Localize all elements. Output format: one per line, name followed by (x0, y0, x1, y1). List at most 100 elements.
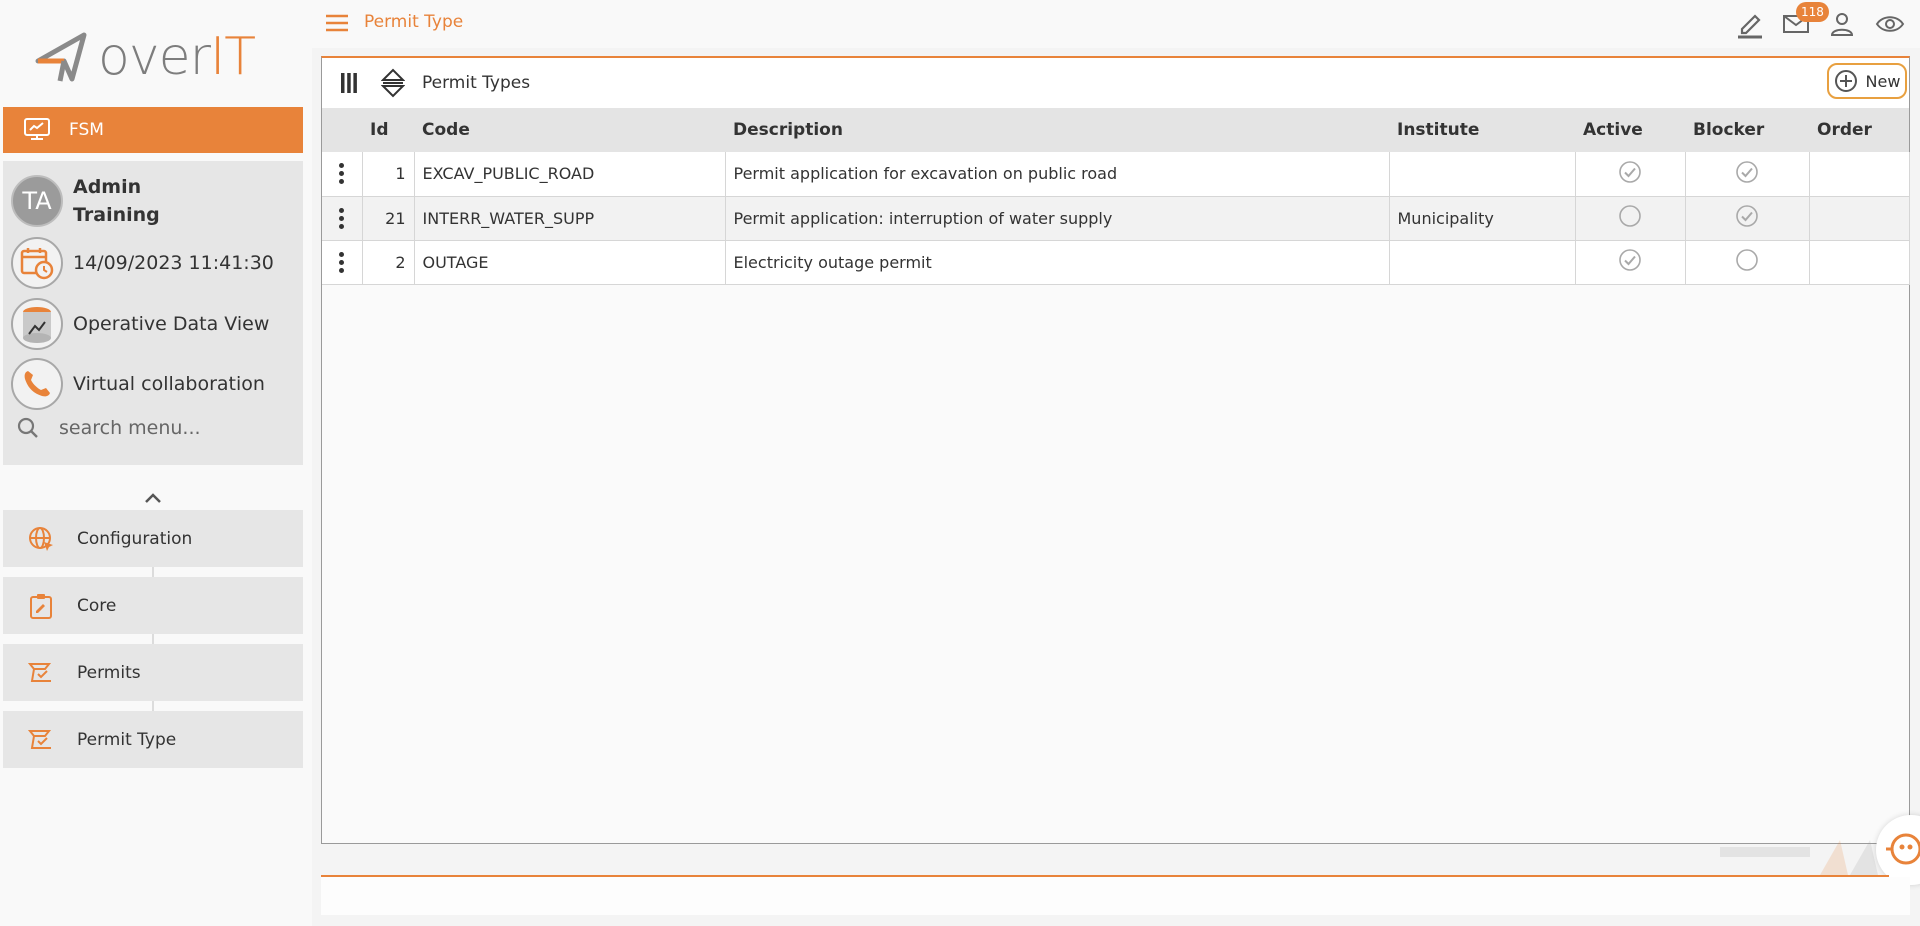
row-menu-cell (322, 196, 363, 241)
calendar-clock-icon (11, 237, 63, 289)
user-panel: TA Admin Training 14/09/2023 11:41:30 Op… (3, 161, 303, 465)
bottom-status-bar (321, 877, 1910, 915)
permit-icon (27, 729, 52, 749)
column-header-id[interactable]: Id (362, 108, 414, 152)
column-header-order[interactable]: Order (1809, 108, 1909, 152)
module-fsm-button[interactable]: FSM (3, 107, 303, 153)
avatar: TA (11, 175, 63, 227)
menu-item-label: Permits (77, 662, 141, 683)
permit-types-table: Id Code Description Institute Active Blo… (322, 108, 1910, 285)
row-menu-cell (322, 240, 363, 285)
blocker-check-icon (1735, 160, 1759, 188)
kebab-menu-icon[interactable] (339, 207, 345, 229)
module-label: FSM (69, 120, 104, 140)
table-row[interactable]: 2 OUTAGE Electricity outage permit (322, 240, 1910, 285)
logo-text: overIT (98, 27, 256, 87)
plus-circle-icon (1834, 70, 1857, 92)
sort-icon[interactable] (378, 68, 408, 98)
menu-item-permit-type[interactable]: Permit Type (3, 711, 303, 768)
blocker-check-icon (1735, 248, 1759, 276)
cell-active (1575, 152, 1686, 197)
cell-code: EXCAV_PUBLIC_ROAD (414, 152, 726, 197)
user-row[interactable]: TA Admin Training (11, 173, 160, 229)
blocker-check-icon (1735, 204, 1759, 232)
active-check-icon (1618, 204, 1642, 232)
search-input[interactable] (59, 417, 279, 439)
database-icon (11, 298, 63, 350)
top-header: Permit Type 118 (312, 0, 1920, 48)
chevron-up-icon (145, 493, 161, 503)
mail-icon[interactable]: 118 (1780, 2, 1829, 40)
menu-item-label: Permit Type (77, 729, 177, 750)
columns-icon[interactable] (334, 68, 364, 98)
column-header-description[interactable]: Description (725, 108, 1389, 152)
clipboard-edit-icon (30, 593, 52, 619)
new-button-label: New (1865, 71, 1901, 91)
active-check-icon (1618, 160, 1642, 188)
phone-icon (11, 358, 63, 410)
table-row[interactable]: 1 EXCAV_PUBLIC_ROAD Permit application f… (322, 152, 1910, 197)
menu-item-label: Configuration (77, 528, 193, 549)
collapse-arrow[interactable] (142, 490, 164, 506)
cell-description: Permit application: interruption of wate… (725, 196, 1390, 241)
cell-order (1809, 196, 1910, 241)
grid-toolbar: Permit Types New (322, 58, 1909, 108)
column-header-active[interactable]: Active (1575, 108, 1685, 152)
cell-institute (1389, 240, 1576, 285)
kebab-menu-icon[interactable] (339, 251, 345, 273)
permit-icon (27, 662, 52, 682)
cell-id: 1 (362, 152, 415, 197)
data-view-row[interactable]: Operative Data View (11, 298, 269, 350)
page-title: Permit Type (364, 12, 464, 32)
grid-title: Permit Types (422, 73, 531, 93)
column-header-blocker[interactable]: Blocker (1685, 108, 1809, 152)
logo-icon (35, 32, 87, 82)
row-menu-cell (322, 152, 363, 197)
globe-cursor-icon (29, 526, 53, 551)
cell-institute (1389, 152, 1576, 197)
new-button[interactable]: New (1827, 63, 1907, 99)
column-header-institute[interactable]: Institute (1389, 108, 1575, 152)
kebab-menu-icon[interactable] (339, 163, 345, 185)
cell-code: INTERR_WATER_SUPP (414, 196, 726, 241)
user-first-line: Admin (73, 176, 142, 198)
cell-active (1575, 240, 1686, 285)
cell-order (1809, 240, 1910, 285)
table-row[interactable]: 21 INTERR_WATER_SUPP Permit application:… (322, 196, 1910, 241)
logo[interactable]: overIT (34, 28, 274, 86)
user-icon[interactable] (1826, 8, 1858, 40)
cell-code: OUTAGE (414, 240, 726, 285)
hamburger-menu-icon[interactable] (324, 12, 350, 34)
sidebar: overIT FSM TA Admin Training 14/09/2023 … (0, 0, 312, 926)
column-header-code[interactable]: Code (414, 108, 725, 152)
active-check-icon (1618, 248, 1642, 276)
data-view-text: Operative Data View (73, 313, 270, 335)
cell-blocker (1685, 240, 1810, 285)
permit-types-panel: Permit Types New Id Code Description Ins… (321, 56, 1910, 844)
menu-item-core[interactable]: Core (3, 577, 303, 634)
app: overIT FSM TA Admin Training 14/09/2023 … (0, 0, 1920, 926)
search-menu (17, 417, 279, 439)
menu-item-configuration[interactable]: Configuration (3, 510, 303, 567)
edit-icon[interactable] (1734, 8, 1766, 40)
monitor-icon (24, 118, 50, 140)
mail-count-badge: 118 (1796, 2, 1829, 22)
datetime-text: 14/09/2023 11:41:30 (73, 252, 274, 274)
datetime-row[interactable]: 14/09/2023 11:41:30 (11, 237, 274, 289)
cell-id: 21 (362, 196, 415, 241)
eye-icon[interactable] (1874, 8, 1906, 40)
table-header-row: Id Code Description Institute Active Blo… (322, 108, 1909, 152)
cell-blocker (1685, 196, 1810, 241)
menu-item-label: Core (77, 595, 117, 616)
collaboration-row[interactable]: Virtual collaboration (11, 358, 265, 410)
collaboration-text: Virtual collaboration (73, 373, 265, 395)
cell-id: 2 (362, 240, 415, 285)
cell-blocker (1685, 152, 1810, 197)
cell-description: Electricity outage permit (725, 240, 1390, 285)
user-second-line: Training (73, 204, 160, 226)
cell-description: Permit application for excavation on pub… (725, 152, 1390, 197)
cell-order (1809, 152, 1910, 197)
menu-item-permits[interactable]: Permits (3, 644, 303, 701)
cell-active (1575, 196, 1686, 241)
search-icon (17, 417, 38, 438)
